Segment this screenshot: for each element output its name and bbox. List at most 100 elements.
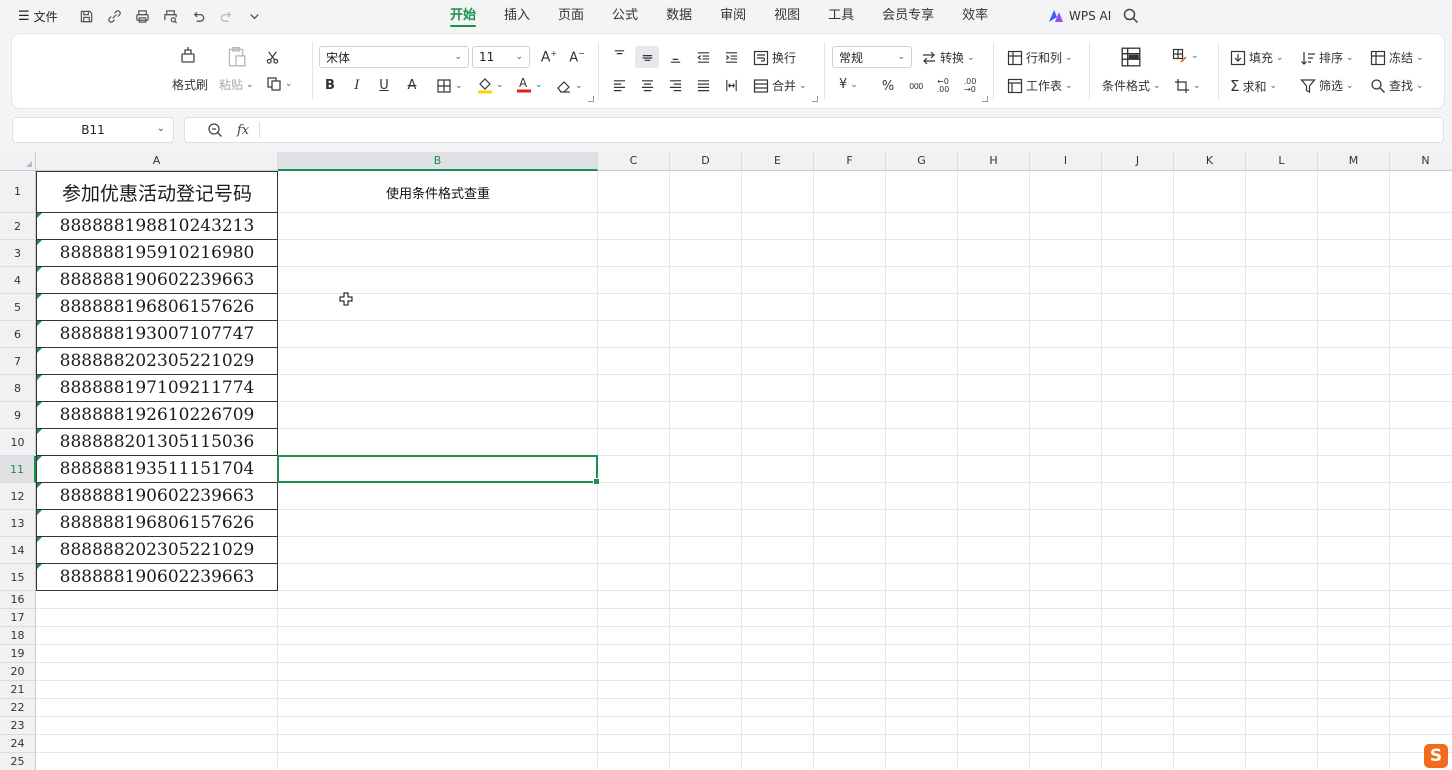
sum-button[interactable]: Σ 求和 ⌄ — [1230, 77, 1277, 95]
row-header-20[interactable]: 20 — [0, 663, 36, 681]
cut-icon[interactable] — [260, 46, 284, 68]
cell-a12[interactable]: 888888190602239663 — [36, 483, 278, 510]
format-painter-icon[interactable] — [178, 46, 198, 66]
cell-a7[interactable]: 888888202305221029 — [36, 348, 278, 375]
cell-a3[interactable]: 888888195910216980 — [36, 240, 278, 267]
tab-page[interactable]: 页面 — [544, 0, 598, 32]
cell-a1[interactable]: 参加优惠活动登记号码 — [36, 171, 278, 213]
font-size-select[interactable]: 11 ⌄ — [472, 46, 530, 68]
row-header-4[interactable]: 4 — [0, 267, 36, 294]
cell-a5[interactable]: 888888196806157626 — [36, 294, 278, 321]
paste-icon[interactable] — [225, 46, 247, 68]
alignment-dialog-launcher[interactable] — [812, 96, 818, 102]
font-name-select[interactable]: 宋体 ⌄ — [319, 46, 469, 68]
bold-icon[interactable]: B — [318, 74, 342, 96]
column-header-j[interactable]: J — [1102, 152, 1174, 171]
column-header-h[interactable]: H — [958, 152, 1030, 171]
file-menu[interactable]: ☰ 文件 — [18, 8, 58, 25]
selected-cell-outline[interactable] — [277, 455, 600, 485]
row-header-11[interactable]: 11 — [0, 456, 36, 483]
conditional-format-button[interactable]: 条件格式 ⌄ — [1102, 77, 1161, 94]
align-bottom-icon[interactable] — [663, 46, 687, 68]
tab-data[interactable]: 数据 — [652, 0, 706, 32]
spreadsheet-grid[interactable]: ABCDEFGHIJKLMN 1 2 3 4 5 6 7 8 9 10 11 12 13 14 15 16 17… — [0, 152, 1452, 770]
select-all-corner[interactable] — [0, 152, 36, 171]
paste-button[interactable]: 粘贴 ⌄ — [219, 76, 254, 93]
fx-icon[interactable]: fx — [237, 123, 249, 138]
row-header-9[interactable]: 9 — [0, 402, 36, 429]
column-header-l[interactable]: L — [1246, 152, 1318, 171]
decrease-decimal-icon[interactable]: .00 →0 — [958, 75, 982, 97]
thousands-separator-icon[interactable]: 000 — [904, 75, 928, 97]
tab-home[interactable]: 开始 — [436, 0, 490, 32]
italic-icon[interactable]: I — [345, 74, 369, 96]
row-header-24[interactable]: 24 — [0, 735, 36, 753]
column-header-m[interactable]: M — [1318, 152, 1390, 171]
row-header-22[interactable]: 22 — [0, 699, 36, 717]
convert-button[interactable]: 转换 ⌄ — [921, 49, 975, 66]
border-button[interactable]: ⌄ — [436, 78, 463, 94]
column-header-f[interactable]: F — [814, 152, 886, 171]
underline-icon[interactable]: U — [372, 74, 396, 96]
increase-decimal-icon[interactable]: ←0.00 — [931, 75, 955, 97]
find-button[interactable]: 查找 ⌄ — [1370, 77, 1424, 94]
cell-a14[interactable]: 888888202305221029 — [36, 537, 278, 564]
crop-button[interactable]: ⌄ — [1174, 78, 1201, 94]
row-header-18[interactable]: 18 — [0, 627, 36, 645]
sort-button[interactable]: 排序 ⌄ — [1300, 49, 1354, 66]
cell-a6[interactable]: 888888193007107747 — [36, 321, 278, 348]
redo-icon[interactable] — [214, 4, 240, 28]
justify-icon[interactable] — [691, 74, 715, 96]
row-header-3[interactable]: 3 — [0, 240, 36, 267]
cell-b1[interactable]: 使用条件格式查重 — [278, 171, 598, 213]
rows-cols-button[interactable]: 行和列 ⌄ — [1007, 49, 1073, 66]
wrap-text-button[interactable]: 换行 — [753, 49, 796, 66]
column-header-n[interactable]: N — [1390, 152, 1452, 171]
row-header-21[interactable]: 21 — [0, 681, 36, 699]
column-header-d[interactable]: D — [670, 152, 742, 171]
row-header-8[interactable]: 8 — [0, 375, 36, 402]
tab-insert[interactable]: 插入 — [490, 0, 544, 32]
font-dialog-launcher[interactable] — [588, 96, 594, 102]
increase-indent-icon[interactable] — [719, 46, 743, 68]
tab-efficiency[interactable]: 效率 — [948, 0, 1002, 32]
filter-button[interactable]: 筛选 ⌄ — [1300, 77, 1354, 94]
increase-font-icon[interactable]: A+ — [537, 46, 561, 68]
column-header-i[interactable]: I — [1030, 152, 1102, 171]
row-header-17[interactable]: 17 — [0, 609, 36, 627]
merge-button[interactable]: 合并 ⌄ — [753, 77, 807, 94]
decrease-indent-icon[interactable] — [691, 46, 715, 68]
ime-logo-icon[interactable]: S — [1424, 744, 1448, 768]
cell-a2[interactable]: 888888198810243213 — [36, 213, 278, 240]
decrease-font-icon[interactable]: A− — [565, 46, 589, 68]
formula-bar[interactable]: fx — [184, 117, 1444, 143]
tab-member[interactable]: 会员专享 — [868, 0, 948, 32]
percent-button[interactable]: % — [876, 75, 900, 97]
clear-format-button[interactable]: ⌄ — [556, 78, 583, 94]
align-left-icon[interactable] — [607, 74, 631, 96]
align-top-icon[interactable] — [607, 44, 631, 66]
align-center-icon[interactable] — [635, 74, 659, 96]
column-header-g[interactable]: G — [886, 152, 958, 171]
chevron-down-icon[interactable]: ⌄ — [157, 123, 165, 134]
column-header-b[interactable]: B — [278, 152, 598, 171]
format-painter-button[interactable]: 格式刷 — [172, 76, 208, 93]
tab-tools[interactable]: 工具 — [814, 0, 868, 32]
fill-color-button[interactable]: ⌄ — [477, 76, 504, 94]
row-header-19[interactable]: 19 — [0, 645, 36, 663]
cell-style-button[interactable]: ⌄ — [1172, 48, 1199, 64]
cell-a10[interactable]: 888888201305115036 — [36, 429, 278, 456]
chevron-down-icon[interactable] — [242, 4, 268, 28]
row-header-7[interactable]: 7 — [0, 348, 36, 375]
number-dialog-launcher[interactable] — [982, 96, 988, 102]
column-header-c[interactable]: C — [598, 152, 670, 171]
cell-a8[interactable]: 888888197109211774 — [36, 375, 278, 402]
cell-a15[interactable]: 888888190602239663 — [36, 564, 278, 591]
column-header-k[interactable]: K — [1174, 152, 1246, 171]
tab-view[interactable]: 视图 — [760, 0, 814, 32]
number-format-select[interactable]: 常规 ⌄ — [832, 46, 912, 68]
row-header-6[interactable]: 6 — [0, 321, 36, 348]
row-header-10[interactable]: 10 — [0, 429, 36, 456]
freeze-button[interactable]: 冻结 ⌄ — [1370, 49, 1424, 66]
print-icon[interactable] — [130, 4, 156, 28]
